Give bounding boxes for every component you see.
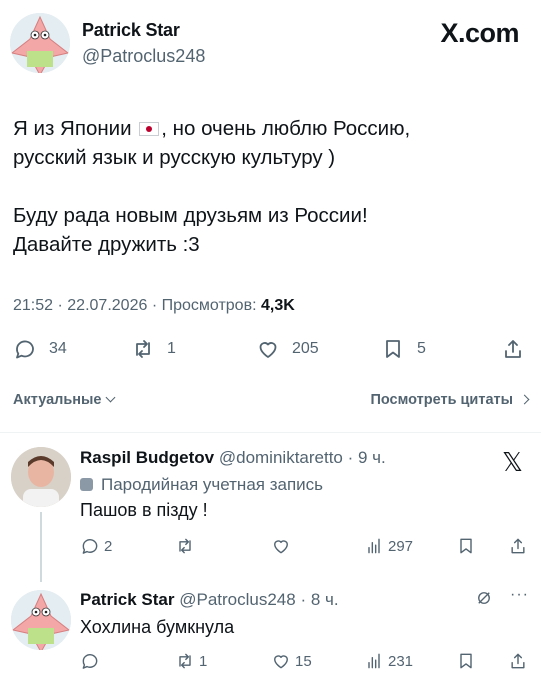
views-count: 231 <box>388 652 414 670</box>
repost-count: 1 <box>199 652 208 670</box>
meta-separator: · <box>151 297 158 314</box>
sort-label: Актуальные <box>13 392 102 408</box>
like-button[interactable]: 15 <box>271 650 312 672</box>
like-button[interactable] <box>271 535 295 557</box>
reply-author-handle[interactable]: @Patroclus248 <box>179 590 296 609</box>
reply-author-name[interactable]: Patrick Star <box>80 590 175 609</box>
reply-author-name[interactable]: Raspil Budgetov <box>80 448 214 467</box>
avatar[interactable] <box>10 13 70 73</box>
grok-icon-glyph <box>478 592 490 604</box>
japan-flag-icon <box>139 122 160 136</box>
user-photo-avatar-image <box>11 447 71 507</box>
reply-text: Пашов в пізду ! <box>80 500 208 520</box>
tweet-line1-pre: Я из Японии <box>13 117 132 140</box>
analytics-icon <box>368 653 380 669</box>
tweet-line4: Давайте дружить :3 <box>13 233 200 256</box>
patrick-star-avatar-image <box>11 590 71 650</box>
reply-icon <box>82 654 98 669</box>
avatar[interactable] <box>11 590 71 650</box>
repost-button[interactable] <box>175 535 199 557</box>
like-count: 15 <box>295 652 312 670</box>
share-icon <box>511 538 525 554</box>
tweet-meta: 21:52 · 22.07.2026 · Просмотров: 4,3K <box>13 297 295 315</box>
divider <box>0 432 541 433</box>
reply-count: 34 <box>49 340 67 357</box>
bookmark-icon <box>386 340 400 358</box>
reply-time[interactable]: · 8 ч. <box>300 590 338 609</box>
repost-button[interactable]: 1 <box>131 335 176 363</box>
meta-separator: · <box>57 297 63 314</box>
reply-button[interactable]: 2 <box>80 535 112 557</box>
thread-connector <box>40 512 42 582</box>
repost-icon <box>179 653 191 669</box>
reply-button[interactable] <box>80 650 104 672</box>
parody-account-label: Пародийная учетная запись <box>80 475 323 495</box>
heart-icon <box>274 540 288 554</box>
tweet-line2: русский язык и русскую культуру ) <box>13 146 336 169</box>
repost-icon <box>179 538 191 554</box>
reply-header: Patrick Star @Patroclus248 · 8 ч. <box>80 590 339 610</box>
like-button[interactable]: 205 <box>256 335 319 363</box>
chevron-down-icon <box>106 392 116 403</box>
reply-time[interactable]: · 9 ч. <box>348 448 386 467</box>
views-count[interactable]: 4,3K <box>261 297 295 314</box>
analytics-icon <box>368 538 380 554</box>
views-button[interactable]: 297 <box>364 535 413 557</box>
share-button[interactable] <box>508 650 528 672</box>
share-icon <box>511 653 525 669</box>
reply-actions: 1 15 231 <box>80 650 530 672</box>
views-label: Просмотров: <box>161 297 257 314</box>
like-count: 205 <box>292 340 319 357</box>
share-icon <box>505 340 521 358</box>
reply-icon <box>82 539 98 554</box>
author-handle[interactable]: @Patroclus248 <box>82 46 205 67</box>
repost-count: 1 <box>167 340 176 357</box>
tweet-text: Я из Японии , но очень люблю Россию, рус… <box>13 114 528 259</box>
x-logo-icon: 𝕏 <box>502 447 523 477</box>
bookmark-button[interactable]: 5 <box>381 335 426 363</box>
reply-author-handle[interactable]: @dominiktaretto <box>219 448 343 467</box>
reply-header: Raspil Budgetov @dominiktaretto · 9 ч. <box>80 448 386 468</box>
bookmark-count: 5 <box>417 340 426 357</box>
views-button[interactable]: 231 <box>364 650 413 672</box>
bookmark-icon <box>460 653 472 669</box>
share-button[interactable] <box>501 335 525 363</box>
repost-button[interactable]: 1 <box>175 650 207 672</box>
share-button[interactable] <box>508 535 528 557</box>
avatar[interactable] <box>11 447 71 507</box>
more-options-icon[interactable]: ··· <box>510 586 529 604</box>
tweet-line1-post: , но очень люблю Россию, <box>161 117 411 140</box>
tweet-date[interactable]: 22.07.2026 <box>67 297 147 314</box>
parody-mask-icon <box>80 478 93 491</box>
tweet-line3: Буду рада новым друзьям из России! <box>13 204 368 227</box>
reply-count: 2 <box>104 537 113 555</box>
x-logo: X.com <box>440 18 519 48</box>
author-name[interactable]: Patrick Star <box>82 20 180 41</box>
reply-actions: 2 297 <box>80 535 530 557</box>
bookmark-button[interactable] <box>456 650 476 672</box>
bookmark-button[interactable] <box>456 535 476 557</box>
chevron-right-icon <box>519 394 530 405</box>
patrick-star-avatar-image <box>10 13 70 73</box>
reply-button[interactable]: 34 <box>13 335 67 363</box>
bookmark-icon <box>460 538 472 554</box>
reply-icon <box>16 340 34 359</box>
replies-sort-row: Актуальные Посмотреть цитаты <box>13 392 530 414</box>
sort-dropdown[interactable]: Актуальные <box>13 392 116 408</box>
repost-icon <box>136 340 150 358</box>
views-count: 297 <box>388 537 414 555</box>
heart-icon <box>274 655 288 669</box>
tweet-actions: 34 1 205 5 <box>13 335 528 363</box>
view-quotes-link[interactable]: Посмотреть цитаты <box>370 392 530 408</box>
reply-text: Хохлина бумкнула <box>80 617 235 637</box>
view-quotes-label: Посмотреть цитаты <box>370 392 513 408</box>
parody-label-text: Пародийная учетная запись <box>101 475 324 494</box>
tweet-time[interactable]: 21:52 <box>13 297 53 314</box>
heart-icon <box>259 342 277 358</box>
grok-icon[interactable] <box>475 589 493 612</box>
